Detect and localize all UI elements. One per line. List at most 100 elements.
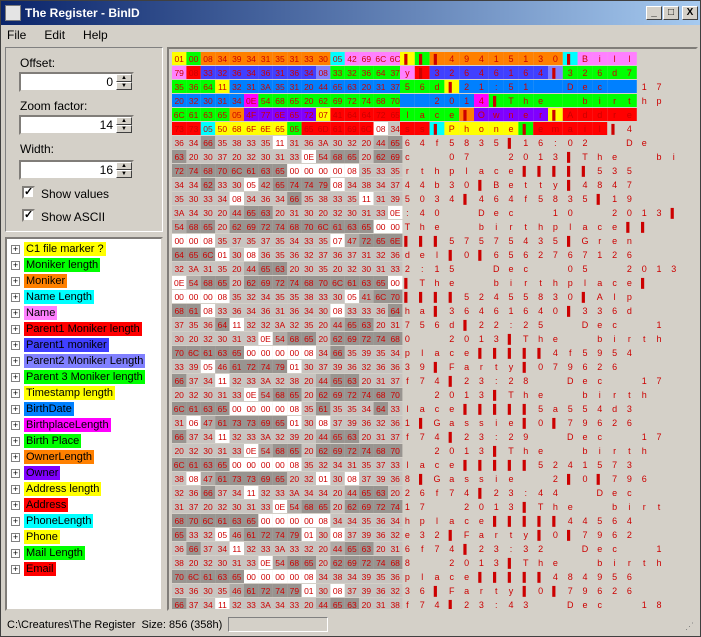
tree-item[interactable]: + Parent1 Moniker length: [11, 321, 142, 337]
tree-item[interactable]: + OwnerLength: [11, 449, 95, 465]
ascii-char: 0: [538, 586, 543, 596]
close-button[interactable]: X: [682, 6, 698, 20]
hex-byte: 00: [246, 572, 256, 582]
tree-item[interactable]: + BirthplaceLength: [11, 417, 111, 433]
tree-item[interactable]: + Parent2 Moniker Length: [11, 353, 146, 369]
expand-icon[interactable]: +: [11, 292, 20, 302]
expand-icon[interactable]: +: [11, 516, 20, 526]
expand-icon[interactable]: +: [11, 388, 20, 398]
tree-item-label[interactable]: Address: [24, 498, 69, 512]
tree-item[interactable]: + Email: [11, 561, 56, 577]
ascii-cell-bg: [548, 94, 563, 107]
tree-item[interactable]: + PhoneLength: [11, 513, 94, 529]
tree-item[interactable]: + Parent1 moniker: [11, 337, 109, 353]
tree-item[interactable]: + BirthDate: [11, 401, 74, 417]
expand-icon[interactable]: +: [11, 564, 20, 574]
tree-item[interactable]: + Timestamp length: [11, 385, 116, 401]
expand-icon[interactable]: +: [11, 404, 20, 414]
tree-item-label[interactable]: Email: [24, 562, 56, 576]
expand-icon[interactable]: +: [11, 484, 20, 494]
tree-item-label[interactable]: Parent1 moniker: [24, 338, 109, 352]
ascii-char: ▌: [478, 249, 484, 261]
expand-icon[interactable]: +: [11, 420, 20, 430]
minimize-button[interactable]: _: [646, 6, 662, 20]
spin-up-icon[interactable]: ▲: [116, 117, 132, 125]
width-spinner[interactable]: 16 ▲ ▼: [19, 160, 134, 180]
zoom-spinner[interactable]: 14 ▲ ▼: [19, 115, 134, 135]
spin-down-icon[interactable]: ▼: [116, 125, 132, 133]
expand-icon[interactable]: +: [11, 436, 20, 446]
ascii-char: ▌: [463, 319, 469, 331]
expand-icon[interactable]: +: [11, 244, 20, 254]
hex-byte: 20: [174, 446, 184, 456]
tree-item[interactable]: + Name Length: [11, 289, 95, 305]
show-ascii-checkbox[interactable]: ✓: [22, 209, 35, 222]
hex-byte: 74: [362, 446, 372, 456]
tree-item-label[interactable]: Parent2 Moniker Length: [24, 354, 146, 368]
zoom-value[interactable]: 14: [100, 118, 113, 132]
width-value[interactable]: 16: [100, 163, 113, 177]
expand-icon[interactable]: +: [11, 324, 20, 334]
expand-icon[interactable]: +: [11, 276, 20, 286]
tree-item-label[interactable]: Parent 3 Moniker length: [24, 370, 145, 384]
tree-item-label[interactable]: Moniker length: [24, 258, 101, 272]
menu-file[interactable]: File: [7, 28, 26, 42]
ascii-char: 7: [553, 362, 558, 372]
expand-icon[interactable]: +: [11, 532, 20, 542]
expand-icon[interactable]: +: [11, 260, 20, 270]
expand-icon[interactable]: +: [11, 548, 20, 558]
spin-up-icon[interactable]: ▲: [116, 162, 132, 170]
tree-item[interactable]: + Moniker length: [11, 257, 101, 273]
tree-item[interactable]: + Address: [11, 497, 69, 513]
expand-icon[interactable]: +: [11, 500, 20, 510]
tree-item-label[interactable]: Moniker: [24, 274, 68, 288]
offset-value[interactable]: 0: [106, 75, 113, 89]
ascii-char: T: [523, 334, 529, 344]
hex-view[interactable]: 01 00 08 34 39 34 31 35 31 33 30 05 42 69 6C 6C ▌ ▌ ▌ 4 9 4 1 5…: [167, 47, 698, 611]
tree-item-label[interactable]: BirthDate: [24, 402, 74, 416]
tree-item-label[interactable]: Name Length: [24, 290, 95, 304]
tree-item[interactable]: + Owner: [11, 465, 61, 481]
title-bar[interactable]: The Register - BinID _ □ X: [1, 1, 700, 25]
tree-item-label[interactable]: Name: [24, 306, 58, 320]
expand-icon[interactable]: +: [11, 468, 20, 478]
tree-item-label[interactable]: Timestamp length: [24, 386, 116, 400]
tree-item-label[interactable]: Owner: [24, 466, 61, 480]
expand-icon[interactable]: +: [11, 340, 20, 350]
tree-item[interactable]: + Address length: [11, 481, 102, 497]
spin-down-icon[interactable]: ▼: [116, 170, 132, 178]
hex-byte: 30: [189, 194, 199, 204]
hex-byte: 61: [333, 222, 343, 232]
expand-icon[interactable]: +: [11, 308, 20, 318]
maximize-button[interactable]: □: [663, 6, 679, 20]
resize-grip-icon[interactable]: ⋰: [685, 621, 697, 633]
tree-item-label[interactable]: Birth Place: [24, 434, 82, 448]
spin-down-icon[interactable]: ▼: [116, 82, 132, 90]
expand-icon[interactable]: +: [11, 452, 20, 462]
tree-item-label[interactable]: PhoneLength: [24, 514, 94, 528]
spin-up-icon[interactable]: ▲: [116, 74, 132, 82]
tree-item-label[interactable]: BirthplaceLength: [24, 418, 111, 432]
tree-item[interactable]: + Parent 3 Moniker length: [11, 369, 145, 385]
tree-item[interactable]: + Phone: [11, 529, 60, 545]
tree-item-label[interactable]: Parent1 Moniker length: [24, 322, 142, 336]
tree-item-label[interactable]: Mail Length: [24, 546, 85, 560]
hex-byte: 72: [174, 166, 184, 176]
tree-item-label[interactable]: Address length: [24, 482, 102, 496]
expand-icon[interactable]: +: [11, 372, 20, 382]
tree-item[interactable]: + Moniker: [11, 273, 68, 289]
tree-item[interactable]: + Mail Length: [11, 545, 85, 561]
tree-item-label[interactable]: OwnerLength: [24, 450, 95, 464]
tree-item[interactable]: + Birth Place: [11, 433, 82, 449]
tree-item-label[interactable]: C1 file marker ?: [24, 242, 106, 256]
menu-edit[interactable]: Edit: [44, 28, 65, 42]
tree-item-label[interactable]: Phone: [24, 530, 60, 544]
hex-byte: 32: [189, 390, 199, 400]
tree-item[interactable]: + C1 file marker ?: [11, 241, 106, 257]
ascii-char: ▌: [567, 305, 573, 317]
offset-spinner[interactable]: 0 ▲ ▼: [19, 72, 134, 92]
tree-item[interactable]: + Name: [11, 305, 58, 321]
expand-icon[interactable]: +: [11, 356, 20, 366]
show-values-checkbox[interactable]: ✓: [22, 186, 35, 199]
menu-help[interactable]: Help: [83, 28, 108, 42]
